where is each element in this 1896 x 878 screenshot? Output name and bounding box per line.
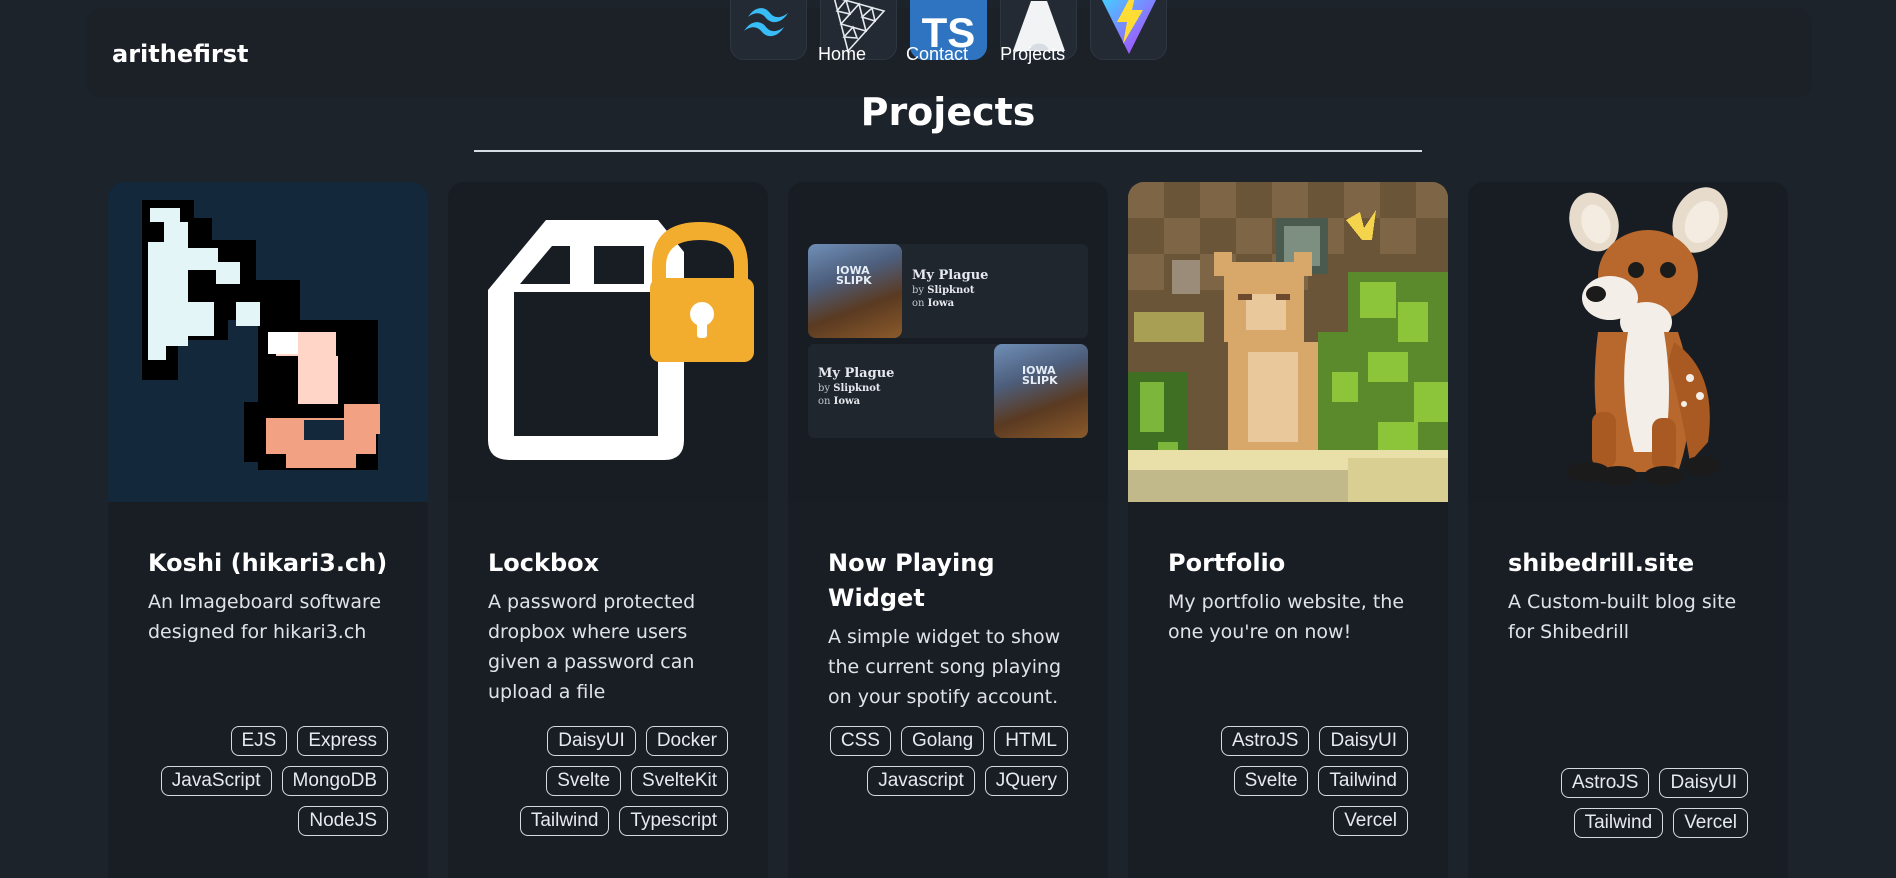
tag: NodeJS xyxy=(298,806,388,836)
tag: MongoDB xyxy=(281,766,388,796)
on-label: on xyxy=(912,298,925,309)
card-body: Portfolio My portfolio website, the one … xyxy=(1128,502,1448,647)
pixel-cat-scene xyxy=(1128,182,1448,502)
album-name: Iowa xyxy=(927,298,955,309)
album-art-text: IOWA SLIPK xyxy=(1022,364,1058,387)
widget-preview-text: My Plague by Slipknot on Iowa xyxy=(818,366,894,407)
now-playing-preview: IOWA SLIPK My Plague by Slipknot on Iowa… xyxy=(788,182,1108,502)
nav-projects-link[interactable]: Projects xyxy=(1000,44,1065,65)
tag: Express xyxy=(297,726,388,756)
card-title: Now Playing Widget xyxy=(828,549,995,612)
tag: Tailwind xyxy=(1318,766,1408,796)
on-label: on xyxy=(818,396,831,407)
tag: AstroJS xyxy=(1560,768,1650,798)
tag: Typescript xyxy=(619,806,728,836)
card-title: Portfolio xyxy=(1168,549,1286,577)
project-card-koshi[interactable]: Koshi (hikari3.ch) An Imageboard softwar… xyxy=(108,182,428,878)
project-card-shibedrill[interactable]: shibedrill.site A Custom-built blog site… xyxy=(1468,182,1788,878)
tag: Tailwind xyxy=(1573,808,1664,838)
widget-preview-card: IOWA SLIPK My Plague by Slipknot on Iowa xyxy=(808,244,1088,338)
card-description: A password protected dropbox where users… xyxy=(488,591,696,703)
card-description: An Imageboard software designed for hika… xyxy=(148,591,382,643)
plush-deer-photo xyxy=(1468,182,1788,502)
tailwind-icon xyxy=(730,0,807,60)
widget-preview-card: My Plague by Slipknot on Iowa IOWA SLIPK xyxy=(808,344,1088,438)
project-card-lockbox[interactable]: Lockbox A password protected dropbox whe… xyxy=(448,182,768,878)
tag: HTML xyxy=(994,726,1068,756)
card-title: Koshi (hikari3.ch) xyxy=(148,549,388,577)
song-title: My Plague xyxy=(818,366,895,381)
card-body: Lockbox A password protected dropbox whe… xyxy=(448,502,768,707)
card-title: Lockbox xyxy=(488,549,600,577)
song-title: My Plague xyxy=(912,268,989,283)
card-body: Now Playing Widget A simple widget to sh… xyxy=(788,502,1108,712)
page-title: Projects xyxy=(860,90,1036,134)
project-card-now-playing[interactable]: IOWA SLIPK My Plague by Slipknot on Iowa… xyxy=(788,182,1108,878)
album-line: on Iowa xyxy=(912,298,988,309)
tag-list: DaisyUI Docker Svelte SvelteKit Tailwind… xyxy=(488,726,728,836)
tag: DaisyUI xyxy=(1319,726,1408,756)
card-description: My portfolio website, the one you're on … xyxy=(1168,591,1405,643)
album-name: Iowa xyxy=(833,396,861,407)
nav-links: Home Contact Projects xyxy=(818,44,1065,65)
card-description: A Custom-built blog site for Shibedrill xyxy=(1508,591,1737,643)
widget-preview-text: My Plague by Slipknot on Iowa xyxy=(912,268,988,309)
koshi-pixel-logo xyxy=(108,182,428,502)
album-art: IOWA SLIPK xyxy=(808,244,902,338)
project-card-portfolio[interactable]: Portfolio My portfolio website, the one … xyxy=(1128,182,1448,878)
tag: Javascript xyxy=(867,766,975,796)
tag: AstroJS xyxy=(1220,726,1310,756)
lockbox-logo xyxy=(448,182,768,502)
card-body: Koshi (hikari3.ch) An Imageboard softwar… xyxy=(108,502,428,647)
vite-icon xyxy=(1090,0,1167,60)
tag-list: CSS Golang HTML Javascript JQuery xyxy=(828,726,1068,796)
tag-list: AstroJS DaisyUI Tailwind Vercel xyxy=(1508,768,1748,838)
tag: Svelte xyxy=(546,766,622,796)
tag: DaisyUI xyxy=(1659,768,1748,798)
artist-name: Slipknot xyxy=(833,383,881,394)
card-description: A simple widget to show the current song… xyxy=(828,626,1062,708)
artist-line: by Slipknot xyxy=(912,285,988,296)
by-label: by xyxy=(912,285,925,296)
tag: Docker xyxy=(645,726,728,756)
nav-home-link[interactable]: Home xyxy=(818,44,866,65)
tag: EJS xyxy=(230,726,288,756)
card-body: shibedrill.site A Custom-built blog site… xyxy=(1468,502,1788,647)
artist-line: by Slipknot xyxy=(818,383,894,394)
tag: CSS xyxy=(829,726,891,756)
tag: Vercel xyxy=(1333,806,1408,836)
tag: Tailwind xyxy=(519,806,610,836)
tag: Svelte xyxy=(1233,766,1309,796)
album-art: IOWA SLIPK xyxy=(994,344,1088,438)
tag: JavaScript xyxy=(160,766,272,796)
tag: Vercel xyxy=(1673,808,1748,838)
tag-list: AstroJS DaisyUI Svelte Tailwind Vercel xyxy=(1168,726,1408,836)
tag-list: EJS Express JavaScript MongoDB NodeJS xyxy=(148,726,388,836)
tag: JQuery xyxy=(984,766,1068,796)
artist-name: Slipknot xyxy=(927,285,975,296)
tag: SvelteKit xyxy=(631,766,728,796)
title-divider xyxy=(474,150,1422,152)
nav-contact-link[interactable]: Contact xyxy=(906,44,968,65)
album-line: on Iowa xyxy=(818,396,894,407)
tag: Golang xyxy=(900,726,985,756)
by-label: by xyxy=(818,383,831,394)
brand-logo[interactable]: arithefirst xyxy=(112,40,248,68)
tag: DaisyUI xyxy=(547,726,636,756)
card-title: shibedrill.site xyxy=(1508,549,1695,577)
album-art-text: IOWA SLIPK xyxy=(836,264,872,287)
